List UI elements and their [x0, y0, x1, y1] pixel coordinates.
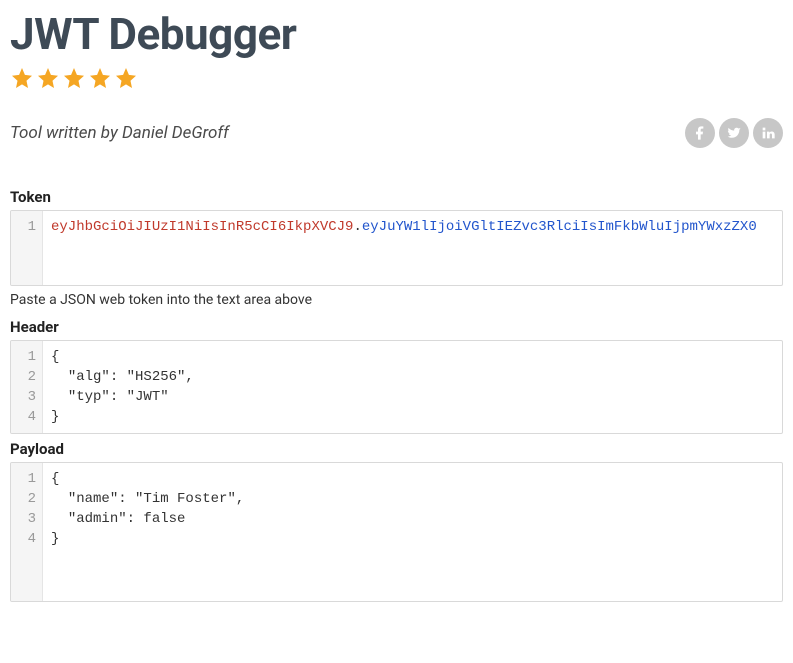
payload-content: { "name": "Tim Foster", "admin": false}	[43, 463, 782, 601]
token-helper-text: Paste a JSON web token into the text are…	[10, 292, 783, 308]
page-title: JWT Debugger	[10, 8, 783, 60]
token-payload-segment: eyJuYW1lIjoiVGltIEZvc3RlciIsImFkbWluIjpm…	[362, 219, 757, 235]
star-icon	[36, 66, 60, 90]
token-gutter: 1	[11, 211, 43, 285]
payload-gutter: 1234	[11, 463, 43, 601]
token-content[interactable]: eyJhbGciOiJIUzI1NiIsInR5cCI6IkpXVCJ9.eyJ…	[43, 211, 782, 285]
header-label: Header	[10, 318, 783, 336]
social-share	[685, 118, 783, 148]
token-label: Token	[10, 188, 783, 206]
twitter-icon	[726, 125, 742, 141]
facebook-share-button[interactable]	[685, 118, 715, 148]
twitter-share-button[interactable]	[719, 118, 749, 148]
star-icon	[114, 66, 138, 90]
payload-label: Payload	[10, 440, 783, 458]
token-header-segment: eyJhbGciOiJIUzI1NiIsInR5cCI6IkpXVCJ9	[51, 219, 353, 235]
star-icon	[10, 66, 34, 90]
byline: Tool written by Daniel DeGroff	[10, 123, 229, 143]
rating-stars[interactable]	[10, 66, 783, 90]
token-input[interactable]: 1 eyJhbGciOiJIUzI1NiIsInR5cCI6IkpXVCJ9.e…	[10, 210, 783, 286]
header-content: { "alg": "HS256", "typ": "JWT"}	[43, 341, 782, 433]
header-gutter: 1234	[11, 341, 43, 433]
header-output[interactable]: 1234 { "alg": "HS256", "typ": "JWT"}	[10, 340, 783, 434]
star-icon	[62, 66, 86, 90]
linkedin-share-button[interactable]	[753, 118, 783, 148]
facebook-icon	[692, 125, 708, 141]
linkedin-icon	[760, 125, 776, 141]
star-icon	[88, 66, 112, 90]
payload-output[interactable]: 1234 { "name": "Tim Foster", "admin": fa…	[10, 462, 783, 602]
